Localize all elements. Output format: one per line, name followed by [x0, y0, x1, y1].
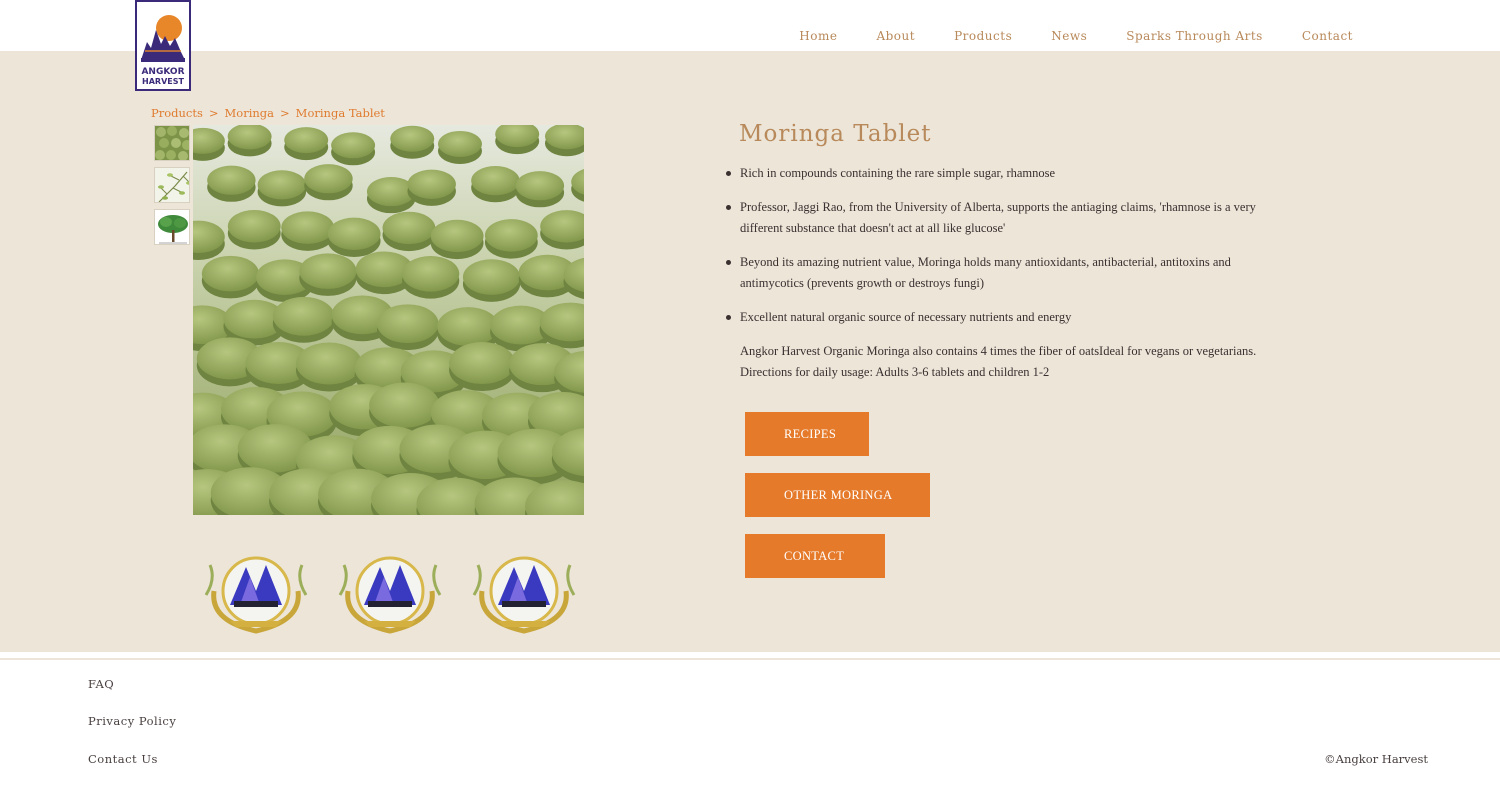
breadcrumb-separator: > — [208, 106, 219, 120]
tablet — [257, 170, 307, 200]
footer-privacy-link[interactable]: Privacy Policy — [88, 714, 176, 728]
product-title: Moringa Tablet — [739, 121, 932, 147]
footer-faq-link[interactable]: FAQ — [88, 677, 114, 691]
usage-directions: Directions for daily usage: Adults 3-6 t… — [740, 365, 1050, 379]
tablet — [515, 171, 565, 201]
award-badge-icon — [200, 551, 313, 635]
footer-divider — [0, 658, 1500, 660]
tablet — [304, 164, 353, 194]
tablet — [296, 342, 363, 385]
footer-contact-link[interactable]: Contact Us — [88, 752, 158, 766]
feature-item: Rich in compounds containing the rare si… — [726, 163, 1260, 184]
nav-news[interactable]: News — [1051, 29, 1087, 43]
tablet — [327, 217, 381, 251]
tablet-pile — [193, 125, 584, 515]
award-badge-icon — [334, 551, 447, 635]
contact-button[interactable]: CONTACT — [745, 534, 885, 578]
product-features-list: Rich in compounds containing the rare si… — [726, 163, 1260, 328]
tablet — [484, 219, 538, 252]
nav-products[interactable]: Products — [954, 29, 1012, 43]
svg-text:HARVEST: HARVEST — [142, 77, 184, 86]
tablet — [437, 130, 482, 157]
tablet — [369, 382, 440, 428]
tablet — [272, 296, 335, 336]
tablet — [299, 253, 357, 289]
thumbnail-tablets[interactable] — [154, 125, 190, 161]
product-description: Rich in compounds containing the rare si… — [726, 163, 1260, 383]
tablet — [376, 304, 439, 344]
feature-item: Beyond its amazing nutrient value, Morin… — [726, 252, 1260, 294]
tablet — [331, 132, 376, 159]
award-badge-icon — [468, 551, 581, 635]
breadcrumb: Products > Moringa > Moringa Tablet — [151, 106, 385, 120]
recipes-button[interactable]: RECIPES — [745, 412, 869, 456]
breadcrumb-current: Moringa Tablet — [295, 106, 385, 120]
award-badges — [200, 551, 602, 635]
tablet — [284, 127, 329, 154]
tablet — [390, 125, 435, 152]
copyright: ©Angkor Harvest — [1324, 752, 1428, 766]
nav-home[interactable]: Home — [799, 29, 837, 43]
breadcrumb-moringa[interactable]: Moringa — [225, 106, 275, 120]
nav-sparks-through-arts[interactable]: Sparks Through Arts — [1126, 29, 1263, 43]
nav-contact[interactable]: Contact — [1302, 29, 1353, 43]
tablet — [471, 166, 520, 196]
tablet — [227, 210, 281, 243]
feature-item: Professor, Jaggi Rao, from the Universit… — [726, 197, 1260, 239]
tablet — [430, 219, 484, 253]
tablet — [407, 169, 456, 199]
thumbnail-tree[interactable] — [154, 209, 190, 245]
tablet — [201, 255, 260, 292]
thumbnail-gallery — [154, 125, 191, 251]
description-line: Angkor Harvest Organic Moringa also cont… — [740, 344, 1257, 358]
site-header: ANGKOR HARVEST Home About Products News … — [0, 0, 1500, 91]
tablet — [207, 165, 256, 195]
main-nav: Home About Products News Sparks Through … — [760, 29, 1353, 43]
product-section: Products > Moringa > Moringa Tablet Mori… — [0, 51, 1500, 652]
other-moringa-button[interactable]: OTHER MORINGA — [745, 473, 930, 517]
angkor-harvest-logo[interactable]: ANGKOR HARVEST — [135, 0, 191, 91]
tablet — [437, 307, 499, 346]
breadcrumb-products[interactable]: Products — [151, 106, 203, 120]
svg-text:ANGKOR: ANGKOR — [141, 67, 184, 77]
tablet — [281, 211, 335, 244]
tablet — [449, 342, 516, 385]
tablet — [462, 259, 521, 295]
breadcrumb-separator: > — [280, 106, 290, 120]
tablet — [402, 255, 460, 292]
product-image-moringa-tablets — [193, 125, 584, 515]
thumbnail-leaves[interactable] — [154, 167, 190, 203]
feature-item: Excellent natural organic source of nece… — [726, 307, 1260, 328]
nav-about[interactable]: About — [876, 29, 915, 43]
tablet — [382, 211, 436, 245]
